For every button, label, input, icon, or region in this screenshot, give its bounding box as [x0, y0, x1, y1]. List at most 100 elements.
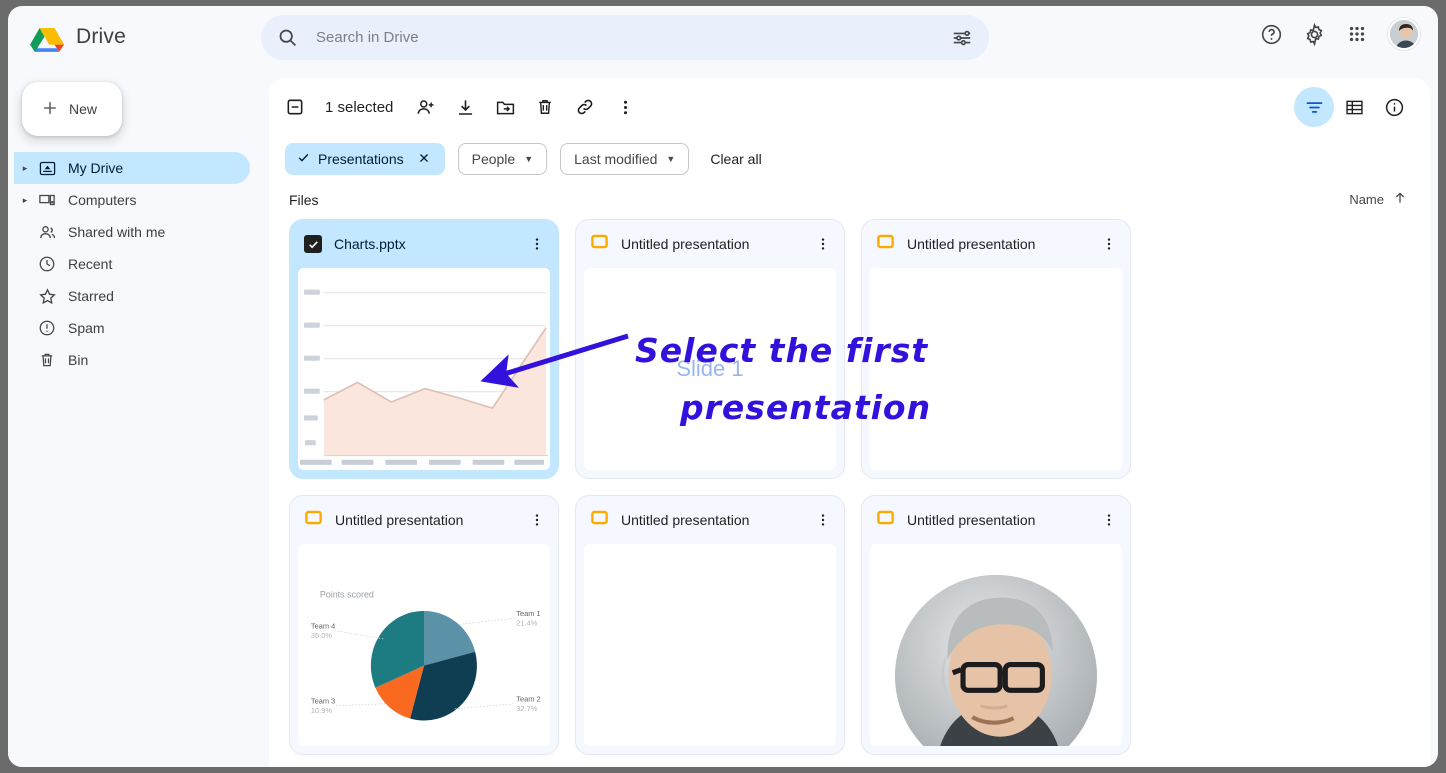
help-icon[interactable]: [1260, 23, 1283, 46]
sidebar-item-recent[interactable]: ▸ Recent: [14, 248, 250, 280]
account-avatar[interactable]: [1388, 18, 1420, 50]
sidebar-item-label: My Drive: [68, 160, 123, 176]
details-button[interactable]: [1374, 87, 1414, 127]
chip-label: Last modified: [574, 151, 657, 167]
sidebar-item-spam[interactable]: ▸ Spam: [14, 312, 250, 344]
sidebar-item-my-drive[interactable]: ▸ My Drive: [14, 152, 250, 184]
file-title: Charts.pptx: [334, 236, 512, 252]
slides-icon: [876, 508, 895, 532]
slides-icon: [590, 232, 609, 256]
new-button-label: New: [69, 101, 97, 117]
apps-grid-icon[interactable]: [1346, 23, 1368, 45]
list-view-button[interactable]: [1334, 87, 1374, 127]
star-icon: [34, 287, 60, 306]
file-card-header: Charts.pptx: [290, 220, 558, 268]
filter-chips: Presentations People ▼ Last modified ▼ C…: [269, 136, 1430, 182]
file-title: Untitled presentation: [621, 512, 798, 528]
file-title: Untitled presentation: [907, 512, 1084, 528]
search-options-icon[interactable]: [951, 27, 973, 49]
file-card-untitled-presentation-3[interactable]: Untitled presentation Points scored: [289, 495, 559, 755]
app-title: Drive: [76, 25, 126, 49]
gear-icon[interactable]: [1303, 23, 1326, 46]
app-brand[interactable]: Drive: [30, 22, 126, 52]
plus-icon: [40, 98, 60, 121]
delete-button[interactable]: [525, 87, 565, 127]
clock-icon: [34, 255, 60, 273]
slides-icon: [304, 508, 323, 532]
exclamation-icon: [34, 319, 60, 337]
file-thumbnail-blank: [584, 544, 836, 746]
arrow-up-icon: [1392, 190, 1408, 209]
file-thumbnail-pie-chart: Points scored Team 1: [298, 544, 550, 746]
new-button[interactable]: New: [22, 82, 122, 136]
pie-label-team-2: Team 2: [516, 695, 540, 704]
sidebar-item-computers[interactable]: ▸ Computers: [14, 184, 250, 216]
clear-all-button[interactable]: Clear all: [710, 151, 761, 167]
chip-people[interactable]: People ▼: [458, 143, 548, 175]
kebab-icon[interactable]: [810, 507, 836, 533]
sort-label: Name: [1349, 192, 1384, 207]
drive-logo-icon: [30, 22, 64, 52]
kebab-icon[interactable]: [1096, 231, 1122, 257]
chip-label: Presentations: [318, 151, 404, 167]
chevron-right-icon[interactable]: ▸: [16, 163, 34, 174]
search-icon: [277, 27, 298, 48]
chip-last-modified[interactable]: Last modified ▼: [560, 143, 689, 175]
sidebar-item-starred[interactable]: ▸ Starred: [14, 280, 250, 312]
my-drive-icon: [34, 160, 60, 177]
file-card-charts-pptx[interactable]: Charts.pptx: [289, 219, 559, 479]
file-checkbox[interactable]: [304, 235, 322, 253]
svg-text:32.7%: 32.7%: [516, 704, 537, 713]
sidebar-item-label: Shared with me: [68, 224, 165, 240]
slides-icon: [876, 232, 895, 256]
search-input[interactable]: [298, 28, 951, 47]
people-icon: [34, 223, 60, 242]
svg-text:35.0%: 35.0%: [311, 631, 332, 640]
sort-control[interactable]: Name: [1349, 190, 1408, 209]
pie-label-team-3: Team 3: [311, 697, 335, 706]
files-grid: Charts.pptx: [269, 213, 1430, 755]
file-card-header: Untitled presentation: [576, 496, 844, 544]
share-button[interactable]: [405, 87, 445, 127]
file-card-header: Untitled presentation: [862, 220, 1130, 268]
files-section-header: Files Name: [269, 182, 1430, 213]
file-title: Untitled presentation: [621, 236, 798, 252]
sidebar-item-label: Starred: [68, 288, 114, 304]
kebab-icon[interactable]: [524, 231, 550, 257]
pie-chart-title: Points scored: [320, 589, 374, 599]
file-card-header: Untitled presentation: [576, 220, 844, 268]
drive-app-window: Drive: [8, 6, 1438, 767]
kebab-icon[interactable]: [1096, 507, 1122, 533]
slides-icon: [590, 508, 609, 532]
file-title: Untitled presentation: [335, 512, 512, 528]
deselect-icon[interactable]: [275, 87, 315, 127]
kebab-icon[interactable]: [810, 231, 836, 257]
sidebar-item-bin[interactable]: ▸ Bin: [14, 344, 250, 376]
pie-label-team-4: Team 4: [311, 621, 335, 630]
pie-label-team-1: Team 1: [516, 609, 540, 618]
chevron-right-icon[interactable]: ▸: [16, 195, 34, 206]
chevron-down-icon: ▼: [666, 154, 675, 164]
file-title: Untitled presentation: [907, 236, 1084, 252]
file-card-untitled-presentation-4[interactable]: Untitled presentation: [575, 495, 845, 755]
chip-presentations[interactable]: Presentations: [285, 143, 445, 175]
more-actions-button[interactable]: [605, 87, 645, 127]
check-icon: [296, 150, 311, 168]
selection-count-label: 1 selected: [325, 99, 393, 116]
move-to-folder-button[interactable]: [485, 87, 525, 127]
sidebar-nav: ▸ My Drive ▸ Computers: [8, 152, 261, 376]
svg-text:10.9%: 10.9%: [311, 706, 332, 715]
computer-icon: [34, 191, 60, 209]
filter-toggle-button[interactable]: [1294, 87, 1334, 127]
search-bar[interactable]: [261, 15, 989, 60]
sidebar-item-shared-with-me[interactable]: ▸ Shared with me: [14, 216, 250, 248]
file-card-untitled-presentation-5[interactable]: Untitled presentation: [861, 495, 1131, 755]
close-icon[interactable]: [417, 151, 431, 168]
svg-text:21.4%: 21.4%: [516, 618, 537, 627]
download-button[interactable]: [445, 87, 485, 127]
trash-icon: [34, 351, 60, 369]
kebab-icon[interactable]: [524, 507, 550, 533]
top-bar: Drive: [8, 6, 1438, 70]
get-link-button[interactable]: [565, 87, 605, 127]
annotation-line-1: Select the first: [635, 331, 928, 370]
